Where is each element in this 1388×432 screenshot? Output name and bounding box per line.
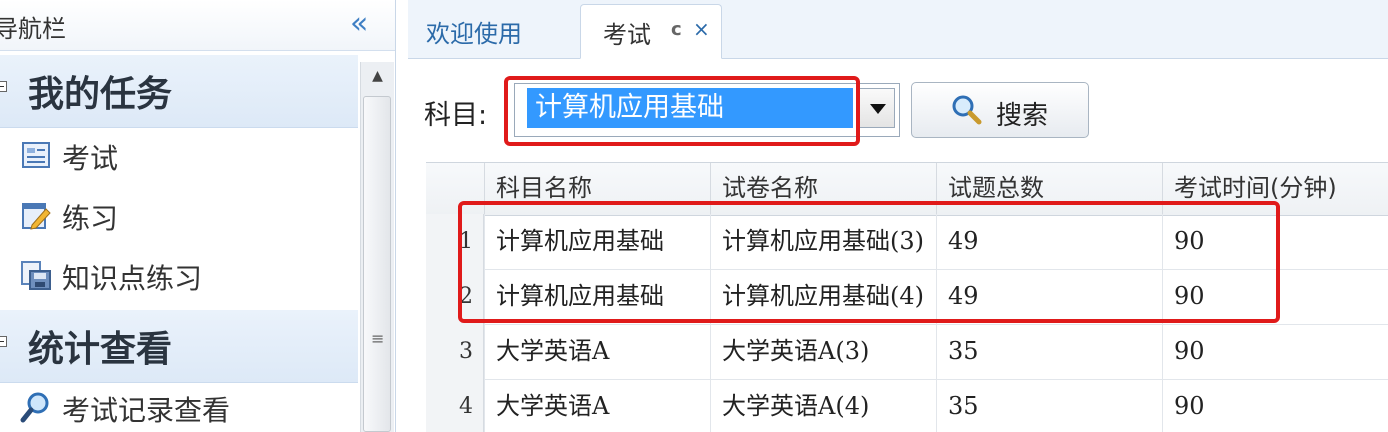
content-panel: 科目: 计算机应用基础 搜索 科目名称 试卷名称 试题总数 考试时间(分钟) 1…: [408, 59, 1388, 432]
collapse-nav-icon[interactable]: «: [350, 6, 368, 41]
tab-bar: 欢迎使用 考试 c ×: [408, 0, 1388, 59]
nav-group-statistics[interactable]: 统计查看: [0, 310, 358, 383]
cell-paper: 大学英语A(4): [710, 379, 936, 432]
nav-item-label: 知识点练习: [62, 262, 203, 295]
subject-filter-label: 科目:: [424, 100, 488, 131]
table-row[interactable]: 1 计算机应用基础 计算机应用基础(3) 49 90: [426, 214, 1388, 270]
nav-group-label: 统计查看: [28, 328, 173, 370]
search-button-label: 搜索: [996, 101, 1049, 131]
dropdown-arrow-icon[interactable]: [859, 88, 895, 128]
subject-select[interactable]: 计算机应用基础: [514, 83, 900, 137]
cell-subject: 大学英语A: [484, 379, 710, 432]
nav-item-label: 考试记录查看: [62, 394, 231, 427]
row-number: 3: [426, 324, 484, 379]
cell-subject: 计算机应用基础: [484, 214, 710, 269]
subject-select-value[interactable]: 计算机应用基础: [527, 88, 853, 128]
cell-paper: 计算机应用基础(3): [710, 214, 936, 269]
nav-item-exam-records[interactable]: 考试记录查看: [20, 385, 350, 429]
nav-item-label: 练习: [62, 202, 119, 235]
cell-time: 90: [1162, 269, 1388, 324]
magnifier-icon: [20, 392, 49, 423]
exam-table: 科目名称 试卷名称 试题总数 考试时间(分钟) 1 计算机应用基础 计算机应用基…: [426, 162, 1388, 432]
tab-label: 考试: [603, 21, 651, 49]
column-header[interactable]: 考试时间(分钟): [1162, 163, 1388, 215]
cell-subject: 计算机应用基础: [484, 269, 710, 324]
row-number: 2: [426, 269, 484, 324]
cell-time: 90: [1162, 214, 1388, 269]
nav-title: 导航栏: [0, 15, 66, 43]
table-row[interactable]: 3 大学英语A 大学英语A(3) 35 90: [426, 324, 1388, 380]
cell-subject: 大学英语A: [484, 324, 710, 379]
navigation-panel: 导航栏 « 我的任务 考试 练习 知识点练习 统计查看 考试记录查看 ▲ ≡: [0, 0, 396, 432]
nav-group-label: 我的任务: [28, 73, 173, 115]
column-header[interactable]: 试卷名称: [710, 163, 936, 215]
cell-time: 90: [1162, 379, 1388, 432]
cell-count: 49: [936, 214, 1162, 269]
search-icon: [952, 95, 982, 125]
row-number: 1: [426, 214, 484, 269]
column-header[interactable]: 科目名称: [484, 163, 710, 215]
row-number: 4: [426, 379, 484, 432]
collapse-toggle-icon[interactable]: [0, 336, 7, 347]
close-icon[interactable]: ×: [693, 17, 710, 41]
practice-pencil-icon: [22, 203, 51, 230]
cell-count: 49: [936, 269, 1162, 324]
cell-count: 35: [936, 324, 1162, 379]
nav-item-exam[interactable]: 考试: [20, 133, 350, 177]
cell-time: 90: [1162, 324, 1388, 379]
nav-item-label: 考试: [62, 142, 119, 175]
nav-list: 我的任务 考试 练习 知识点练习 统计查看 考试记录查看: [0, 55, 358, 432]
cell-paper: 计算机应用基础(4): [710, 269, 936, 324]
tab-exam[interactable]: 考试 c ×: [580, 4, 722, 59]
tab-welcome[interactable]: 欢迎使用: [426, 4, 586, 58]
search-button[interactable]: 搜索: [911, 82, 1089, 138]
scroll-up-icon[interactable]: ▲: [361, 62, 394, 90]
exam-sheet-icon: [22, 142, 50, 168]
grip-icon: ≡: [371, 329, 385, 348]
rownum-header: [426, 163, 484, 215]
table-row[interactable]: 4 大学英语A 大学英语A(4) 35 90: [426, 379, 1388, 432]
collapse-toggle-icon[interactable]: [0, 81, 7, 92]
table-header: 科目名称 试卷名称 试题总数 考试时间(分钟): [426, 162, 1388, 216]
nav-group-my-tasks[interactable]: 我的任务: [0, 55, 358, 128]
nav-header: 导航栏 «: [0, 0, 395, 51]
cell-count: 35: [936, 379, 1162, 432]
tab-label: 欢迎使用: [426, 20, 522, 48]
column-header[interactable]: 试题总数: [936, 163, 1162, 215]
knowledge-disk-icon: [21, 261, 51, 290]
cell-paper: 大学英语A(3): [710, 324, 936, 379]
nav-item-practice[interactable]: 练习: [20, 193, 350, 237]
nav-item-knowledge-practice[interactable]: 知识点练习: [20, 253, 350, 297]
refresh-icon[interactable]: c: [671, 19, 682, 40]
nav-scrollbar[interactable]: ▲ ≡: [360, 62, 394, 432]
scrollbar-thumb[interactable]: ≡: [363, 96, 391, 432]
table-row[interactable]: 2 计算机应用基础 计算机应用基础(4) 49 90: [426, 269, 1388, 325]
